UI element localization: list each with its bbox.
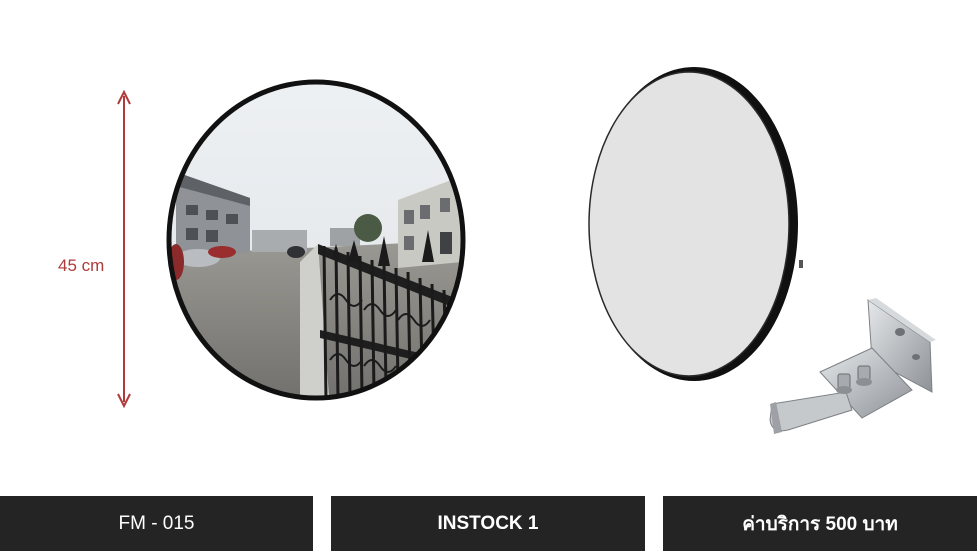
footer-price: ค่าบริการ 500 บาท [663, 496, 977, 551]
footer-stock-status: INSTOCK 1 [331, 496, 645, 551]
footer-product-code: FM - 015 [0, 496, 313, 551]
mirror-front-image [166, 79, 466, 401]
product-canvas: 45 cm FM - 015 INSTOCK 1 ค่าบริการ 500 บ… [0, 0, 977, 555]
mirror-side-image [588, 67, 803, 381]
stock-status-text: INSTOCK 1 [437, 512, 539, 534]
dimension-label: 45 cm [58, 256, 105, 275]
price-text: ค่าบริการ 500 บาท [742, 513, 898, 535]
dimension-arrow [117, 89, 131, 409]
product-illustration [117, 67, 936, 434]
product-code-text: FM - 015 [118, 512, 195, 534]
bracket-icon [769, 298, 936, 434]
